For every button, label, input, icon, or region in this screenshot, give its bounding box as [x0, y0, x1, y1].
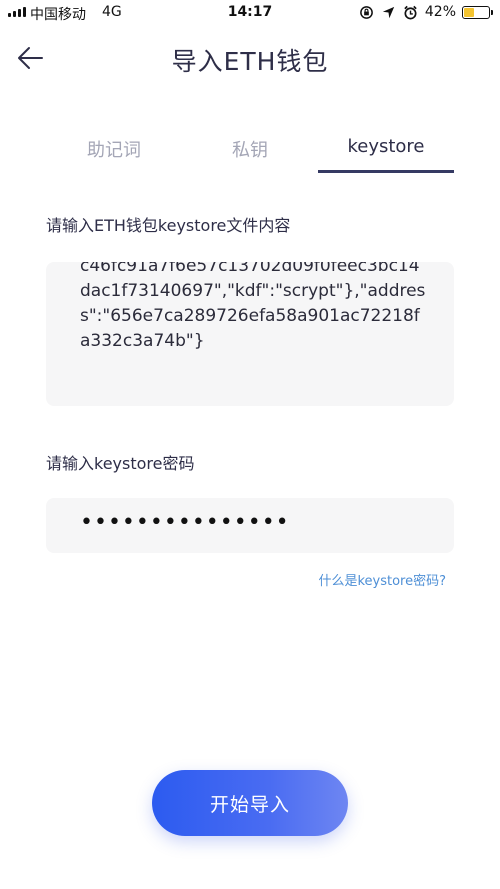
- password-input-value: •••••••••••••••: [80, 510, 290, 535]
- start-import-button[interactable]: 开始导入: [152, 770, 348, 836]
- battery-percent: 42%: [424, 4, 456, 20]
- keystore-input[interactable]: c46fc91a7f6e57c13702d09f0feec3bc14dac1f7…: [46, 262, 454, 406]
- status-bar: 中国移动 4G 14:17 42%: [0, 0, 500, 26]
- password-field-label: 请输入keystore密码: [46, 454, 195, 473]
- keystore-field-label: 请输入ETH钱包keystore文件内容: [46, 216, 291, 235]
- lock-rotation-icon: [359, 4, 375, 20]
- battery-level: [464, 7, 475, 17]
- tab-private-key[interactable]: 私钥: [200, 136, 300, 176]
- import-method-tabs: 助记词 私钥 keystore: [0, 136, 500, 176]
- status-right-group: 42%: [359, 4, 493, 20]
- tab-mnemonic[interactable]: 助记词: [64, 136, 164, 176]
- keystore-input-value: c46fc91a7f6e57c13702d09f0feec3bc14dac1f7…: [80, 262, 426, 351]
- alarm-icon: [403, 4, 419, 20]
- active-tab-indicator: [318, 170, 454, 173]
- location-icon: [381, 4, 397, 20]
- battery-icon: [462, 5, 493, 19]
- page-title: 导入ETH钱包: [171, 47, 329, 76]
- what-is-keystore-password-link[interactable]: 什么是keystore密码?: [318, 570, 446, 589]
- password-input[interactable]: •••••••••••••••: [46, 498, 454, 553]
- import-eth-wallet-screen: 中国移动 4G 14:17 42% 导入ETH钱包 助记词 私钥 keystor…: [0, 0, 500, 889]
